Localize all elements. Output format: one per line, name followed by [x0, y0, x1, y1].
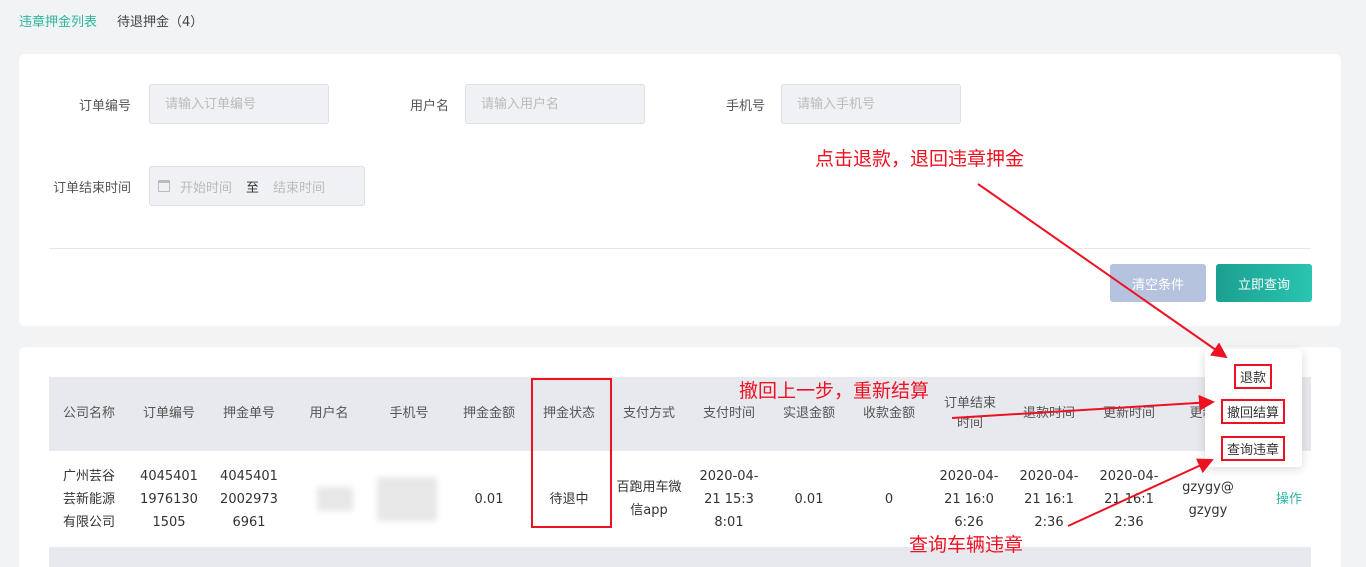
arrow-to-query — [1067, 458, 1214, 527]
arrow-to-refund — [977, 183, 1228, 359]
arrow-to-revoke — [951, 394, 1215, 419]
annotation-arrows — [951, 183, 1228, 527]
